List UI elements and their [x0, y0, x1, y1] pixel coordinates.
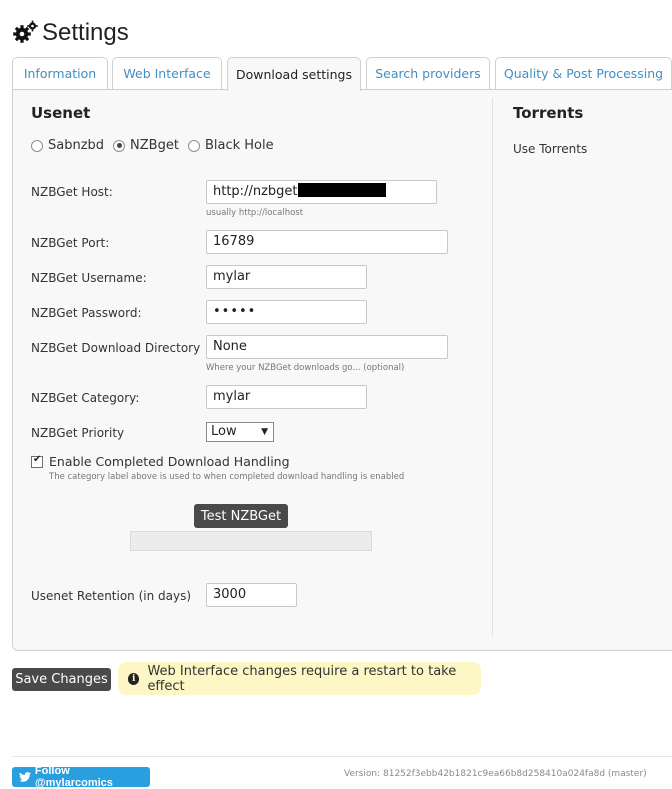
host-value: http://nzbget [213, 184, 298, 199]
retention-input[interactable]: 3000 [206, 583, 297, 607]
usenet-section-title: Usenet [31, 104, 91, 122]
radio-black-hole[interactable]: Black Hole [187, 138, 274, 153]
tab-web-interface[interactable]: Web Interface [112, 57, 222, 89]
priority-label: NZBGet Priority [31, 426, 125, 440]
radio-label: NZBget [130, 138, 179, 153]
completed-handling-hint: The category label above is used to when… [49, 472, 405, 482]
gear-icon [13, 20, 38, 43]
username-input[interactable]: mylar [206, 265, 367, 289]
follow-label: Follow @mylarcomics [34, 765, 113, 789]
column-divider [492, 98, 493, 636]
twitter-follow-button[interactable]: Follow @mylarcomics [12, 765, 150, 789]
chevron-down-icon: ▼ [261, 427, 268, 437]
radio-button[interactable] [187, 139, 200, 152]
tab-search-providers[interactable]: Search providers [366, 57, 490, 89]
download-dir-hint: Where your NZBGet downloads go... (optio… [206, 363, 405, 373]
password-input[interactable]: ••••• [206, 300, 367, 324]
radio-nzbget[interactable]: NZBget [113, 138, 179, 153]
page-title: Settings [42, 19, 129, 46]
category-input[interactable]: mylar [206, 385, 367, 409]
retention-label: Usenet Retention (in days) [31, 589, 192, 603]
radio-label: Sabnzbd [48, 138, 105, 153]
category-label: NZBGet Category: [31, 391, 140, 405]
info-icon: i [128, 672, 140, 685]
restart-notice: i Web Interface changes require a restar… [118, 662, 481, 695]
tab-label: Search providers [375, 66, 481, 81]
host-input[interactable]: http://nzbget [206, 180, 437, 204]
client-radio-group: Sabnzbd NZBget Black Hole [31, 138, 283, 153]
tab-label: Download settings [236, 67, 352, 82]
download-dir-label: NZBGet Download Directory [31, 341, 201, 355]
host-label: NZBGet Host: [31, 185, 113, 199]
use-torrents-label: Use Torrents [513, 142, 588, 156]
completed-handling-checkbox[interactable] [31, 454, 43, 468]
tab-label: Quality & Post Processing [503, 66, 664, 81]
tab-quality-post-processing[interactable]: Quality & Post Processing [495, 57, 672, 89]
completed-handling-label: Enable Completed Download Handling [49, 454, 290, 469]
redaction-bar [297, 183, 386, 197]
password-label: NZBGet Password: [31, 306, 142, 320]
footer-divider [12, 756, 672, 757]
radio-label: Black Hole [204, 138, 274, 153]
test-result-box [130, 531, 372, 551]
test-nzbget-button[interactable]: Test NZBGet [194, 504, 288, 528]
tab-download-settings[interactable]: Download settings [227, 57, 361, 91]
radio-button[interactable] [113, 139, 126, 152]
radio-button[interactable] [31, 139, 43, 152]
twitter-bird-icon [19, 772, 31, 782]
save-changes-button[interactable]: Save Changes [12, 668, 111, 691]
priority-value: Low [211, 424, 237, 439]
torrents-section-title: Torrents [513, 104, 584, 122]
version-text: Version: 81252f3ebb42b1821c9ea66b8d25841… [344, 769, 647, 779]
radio-sabnzbd[interactable]: Sabnzbd [31, 138, 104, 153]
download-dir-input[interactable]: None [206, 335, 448, 359]
completed-handling-row: Enable Completed Download Handling [31, 454, 290, 469]
tab-label: Web Interface [123, 66, 211, 81]
tab-label: Information [23, 66, 97, 81]
tab-information[interactable]: Information [12, 57, 108, 89]
priority-select[interactable]: Low ▼ [206, 422, 274, 442]
host-hint: usually http://localhost [206, 208, 304, 218]
page-header: Settings [12, 16, 129, 50]
port-label: NZBGet Port: [31, 236, 110, 250]
notice-text: Web Interface changes require a restart … [147, 663, 457, 694]
port-input[interactable]: 16789 [206, 230, 448, 254]
username-label: NZBGet Username: [31, 271, 147, 285]
